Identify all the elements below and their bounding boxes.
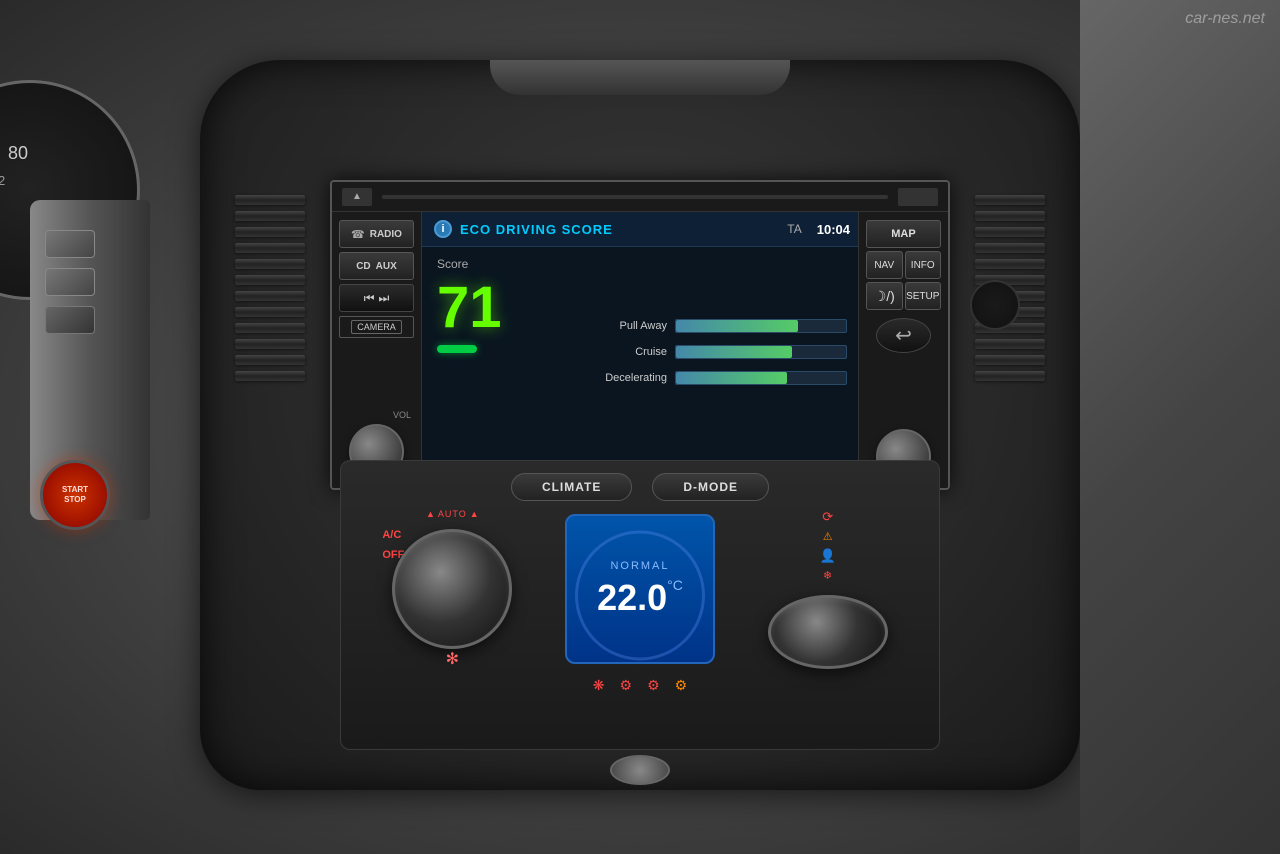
cd-aux-button[interactable]: CD AUX xyxy=(339,252,414,280)
climate-controls: A/C OFF ▲ AUTO ▲ ✻ NORMAL 22.0 xyxy=(341,509,939,669)
start-label: START xyxy=(62,485,88,495)
score-area: Score 71 Pull Away Cruise xyxy=(422,247,862,457)
radio-button[interactable]: ☎ RADIO xyxy=(339,220,414,248)
right-panel xyxy=(1080,0,1280,854)
screen-ta: TA xyxy=(787,222,801,236)
bottom-climate-icons: ❋ ⚙ ⚙ ⚙ xyxy=(341,669,939,702)
cruise-label: Cruise xyxy=(577,346,667,358)
cruise-metric: Cruise xyxy=(577,345,847,359)
gauge-unit: 2 xyxy=(0,173,5,188)
setup-button[interactable]: SETUP xyxy=(905,282,942,310)
infotainment-unit: ▲ ☎ RADIO CD AUX ⏮ ⏭ CAMERA VOL xyxy=(330,180,950,490)
score-left: Score 71 xyxy=(437,257,557,447)
climate-icon-1: ❋ xyxy=(593,677,605,694)
pull-away-label: Pull Away xyxy=(577,320,667,332)
next-icon: ⏭ xyxy=(379,291,390,306)
decelerating-label: Decelerating xyxy=(577,372,667,384)
slot-button[interactable] xyxy=(898,188,938,206)
left-controls-panel: ☎ RADIO CD AUX ⏮ ⏭ CAMERA VOL xyxy=(332,212,422,490)
camera-label: CAMERA xyxy=(351,320,402,334)
screen-header: i ECO DRIVING SCORE TA 10:04 xyxy=(422,212,862,247)
info-button[interactable]: INFO xyxy=(905,251,942,279)
temperature-value: 22.0 xyxy=(597,577,667,619)
stalk-button-1[interactable] xyxy=(45,230,95,258)
score-label: Score xyxy=(437,257,468,271)
vent-left xyxy=(230,190,310,390)
nav-button[interactable]: NAV xyxy=(866,251,903,279)
screen-title: ECO DRIVING SCORE xyxy=(460,222,787,237)
pull-away-metric: Pull Away xyxy=(577,319,847,333)
warning-icon: ⚠ xyxy=(820,530,836,543)
climate-section: CLIMATE D-MODE A/C OFF ▲ AUTO ▲ ✻ xyxy=(340,460,940,750)
temp-unit: °C xyxy=(667,577,683,593)
climate-button[interactable]: CLIMATE xyxy=(511,473,632,501)
climate-top-buttons: CLIMATE D-MODE xyxy=(341,461,939,509)
person-icon: 👤 xyxy=(820,548,836,564)
score-metrics: Pull Away Cruise Decelerating xyxy=(557,257,847,447)
disc-slot xyxy=(382,195,888,199)
right-panel-buttons: MAP NAV INFO ☽/) SETUP ↩ xyxy=(858,212,948,490)
stalk-button-3[interactable] xyxy=(45,306,95,334)
decelerating-metric: Decelerating xyxy=(577,371,847,385)
ac-label: A/C xyxy=(382,529,404,541)
moon-button[interactable]: ☽/) xyxy=(866,282,903,310)
climate-icon-4: ⚙ xyxy=(675,677,688,694)
right-climate-knob[interactable] xyxy=(768,595,888,669)
main-screen: i ECO DRIVING SCORE TA 10:04 Score 71 Pu… xyxy=(422,212,862,490)
speaker-right xyxy=(970,280,1020,330)
info-icon: i xyxy=(434,220,452,238)
top-bezel xyxy=(490,60,790,95)
phone-icon: ☎ xyxy=(351,228,365,241)
bottom-joystick[interactable] xyxy=(610,755,670,785)
auto-area: ▲ AUTO ▲ xyxy=(426,509,479,519)
climate-icon-3: ⚙ xyxy=(647,677,660,694)
screen-time: 10:04 xyxy=(817,222,850,237)
left-climate-area: A/C OFF ▲ AUTO ▲ ✻ xyxy=(382,509,522,669)
radio-label: RADIO xyxy=(370,229,402,240)
pull-away-bar-bg xyxy=(675,319,847,333)
climate-display: NORMAL 22.0 °C xyxy=(565,514,715,664)
right-climate-area: ⟳ ⚠ 👤 ❄ xyxy=(758,509,898,669)
cd-label: CD xyxy=(356,261,370,272)
score-value: 71 xyxy=(437,279,502,337)
camera-button[interactable]: CAMERA xyxy=(339,316,414,338)
climate-mode-label: NORMAL xyxy=(610,560,669,572)
climate-icons-right: ⟳ ⚠ 👤 ❄ xyxy=(820,509,836,582)
auto-label: AUTO xyxy=(438,509,467,519)
prev-icon: ⏮ xyxy=(364,291,375,306)
climate-icon-2: ⚙ xyxy=(620,677,633,694)
recirc-icon: ⟳ xyxy=(820,509,836,525)
fan-icon: ✻ xyxy=(446,649,459,669)
nav-info-pair: NAV INFO xyxy=(866,251,941,279)
back-button[interactable]: ↩ xyxy=(876,318,931,353)
center-console: ▲ ☎ RADIO CD AUX ⏮ ⏭ CAMERA VOL xyxy=(200,60,1080,790)
defrost-icon: ❄ xyxy=(820,569,836,582)
moon-setup-pair: ☽/) SETUP xyxy=(866,282,941,310)
decelerating-bar-fill xyxy=(676,372,787,384)
gauge-value: 80 xyxy=(8,143,28,164)
score-indicator xyxy=(437,345,477,353)
watermark: car-nes.net xyxy=(1185,10,1265,28)
infotainment-top-bar: ▲ xyxy=(332,182,948,212)
left-climate-knob[interactable] xyxy=(392,529,512,649)
map-button[interactable]: MAP xyxy=(866,220,941,248)
aux-label: AUX xyxy=(376,261,397,272)
stop-label: STOP xyxy=(62,495,88,505)
cruise-bar-fill xyxy=(676,346,792,358)
eject-button[interactable]: ▲ xyxy=(342,188,372,206)
prev-button[interactable]: ⏮ ⏭ xyxy=(339,284,414,312)
pull-away-bar-fill xyxy=(676,320,798,332)
gauge-left-area: 80 2 START STOP xyxy=(0,0,200,854)
dmode-button[interactable]: D-MODE xyxy=(652,473,769,501)
stalk-button-2[interactable] xyxy=(45,268,95,296)
cruise-bar-bg xyxy=(675,345,847,359)
decelerating-bar-bg xyxy=(675,371,847,385)
start-stop-button[interactable]: START STOP xyxy=(40,460,110,530)
vol-label: VOL xyxy=(393,410,416,420)
